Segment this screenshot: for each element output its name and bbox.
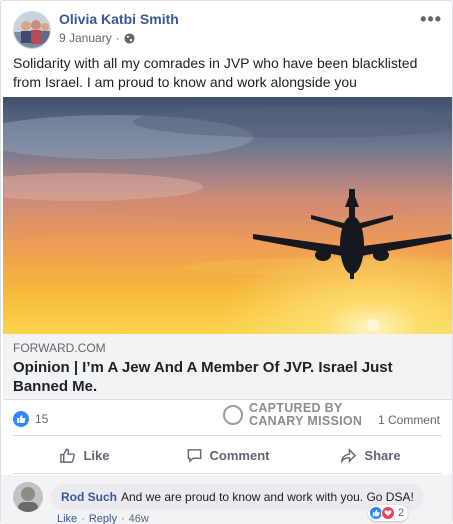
reactions-summary[interactable]: 15	[13, 411, 48, 427]
post-actions: Like Comment Share	[13, 439, 442, 471]
like-reaction-icon	[13, 411, 29, 427]
commenter-avatar[interactable]	[13, 482, 43, 512]
comment-reply-link[interactable]: Reply	[89, 513, 117, 524]
share-button[interactable]: Share	[299, 439, 442, 471]
commenter-name[interactable]: Rod Such	[61, 490, 117, 504]
comment-actions: Like · Reply · 46w	[57, 513, 149, 524]
globe-icon[interactable]	[124, 32, 135, 44]
thumbs-up-icon	[60, 448, 76, 463]
post-text: Solidarity with all my comrades in JVP w…	[13, 55, 418, 90]
more-options-icon[interactable]: •••	[420, 9, 442, 30]
comment-button[interactable]: Comment	[156, 439, 299, 471]
like-count: 15	[35, 412, 49, 426]
share-label: Share	[364, 447, 401, 463]
comment-like-link[interactable]: Like	[57, 513, 77, 524]
comment-separator: ·	[120, 513, 125, 524]
comment-reaction-count: 2	[398, 507, 405, 519]
watermark-line2: CANARY MISSION	[249, 414, 363, 428]
link-title[interactable]: Opinion | I’m A Jew And A Member Of JVP.…	[13, 358, 443, 396]
post-date[interactable]: 9 January	[59, 31, 112, 45]
divider	[13, 435, 442, 436]
link-preview-image[interactable]	[3, 97, 452, 334]
comment-bubble: Rod Such And we are proud to know and wor…	[51, 484, 424, 510]
comment-separator: ·	[81, 513, 85, 524]
comment-count[interactable]: 1 Comment	[378, 413, 440, 427]
comment-reactions[interactable]: 2	[368, 505, 409, 521]
love-reaction-icon	[381, 506, 395, 520]
watermark: CAPTURED BY CANARY MISSION	[223, 402, 362, 428]
divider	[13, 473, 442, 474]
share-arrow-icon	[341, 447, 357, 464]
post-meta: 9 January ·	[59, 31, 135, 45]
post-card: Olivia Katbi Smith 9 January · ••• Solid…	[0, 0, 453, 524]
comment-text: And we are proud to know and work with y…	[121, 490, 414, 504]
link-domain: FORWARD.COM	[13, 341, 106, 355]
comment-icon	[187, 448, 201, 463]
like-button[interactable]: Like	[13, 439, 156, 471]
meta-separator: ·	[115, 31, 120, 45]
comment-label: Comment	[209, 447, 270, 463]
comments-section: Rod Such And we are proud to know and wor…	[1, 475, 452, 524]
author-avatar[interactable]	[13, 11, 51, 49]
like-label: Like	[83, 447, 110, 463]
comment-time[interactable]: 46w	[129, 513, 149, 524]
author-name[interactable]: Olivia Katbi Smith	[59, 11, 179, 27]
canary-mission-seal-icon	[223, 405, 243, 425]
link-preview-box[interactable]: FORWARD.COM Opinion | I’m A Jew And A Me…	[3, 334, 452, 400]
